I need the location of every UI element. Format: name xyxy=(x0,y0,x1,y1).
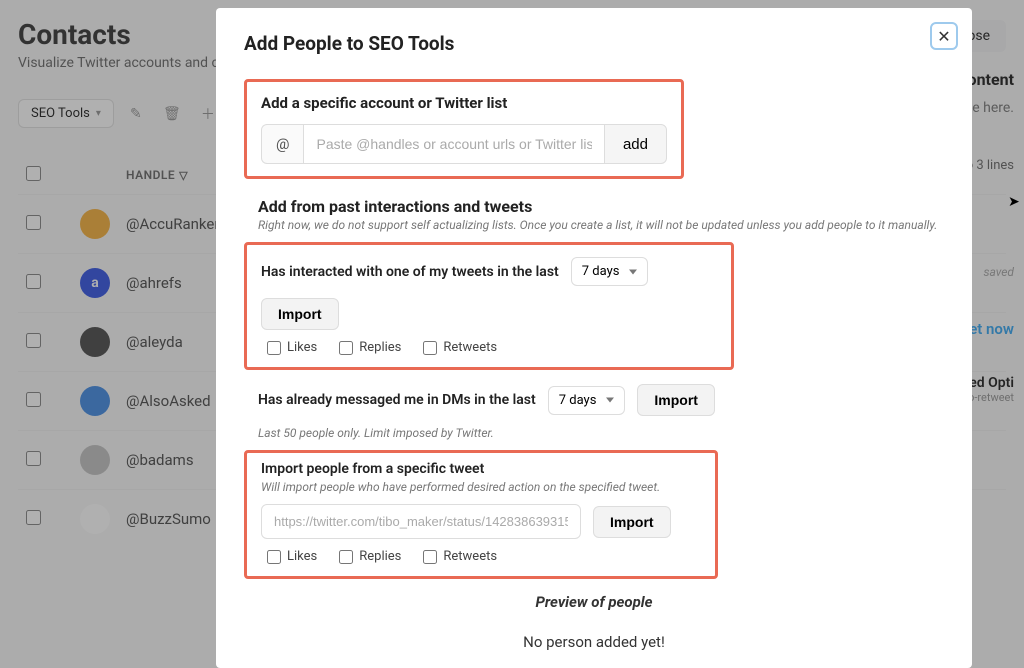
tweet-import-note: Will import people who have performed de… xyxy=(261,480,701,494)
tweet-likes-checkbox[interactable]: Likes xyxy=(267,549,317,564)
interacted-retweets-checkbox[interactable]: Retweets xyxy=(423,340,497,355)
chevron-down-icon: ▾ xyxy=(96,108,101,119)
add-people-modal: Add People to SEO Tools ✕ Add a specific… xyxy=(216,8,972,668)
dm-label: Has already messaged me in DMs in the la… xyxy=(258,392,536,408)
lines-meta: o 3 lines xyxy=(966,158,1014,173)
row-checkbox[interactable] xyxy=(26,392,41,407)
avatar: a xyxy=(80,268,110,298)
avatar xyxy=(80,445,110,475)
add-specific-account-section: Add a specific account or Twitter list @… xyxy=(244,79,684,179)
handle-column-header[interactable]: HANDLE xyxy=(126,168,175,182)
avatar xyxy=(80,504,110,534)
row-handle: @ahrefs xyxy=(126,274,182,292)
list-selector-label: SEO Tools xyxy=(31,106,90,121)
preview-empty-text: No person added yet! xyxy=(244,633,944,651)
row-handle: @badams xyxy=(126,451,194,469)
interacted-likes-checkbox[interactable]: Likes xyxy=(267,340,317,355)
tweet-replies-checkbox[interactable]: Replies xyxy=(339,549,401,564)
select-all-checkbox[interactable] xyxy=(26,166,41,181)
modal-title: Add People to SEO Tools xyxy=(244,32,944,55)
past-interactions-heading: Add from past interactions and tweets xyxy=(258,197,944,216)
close-button[interactable]: ✕ xyxy=(930,22,958,50)
list-selector-chip[interactable]: SEO Tools ▾ xyxy=(18,99,114,128)
preview-heading: Preview of people xyxy=(244,593,944,611)
avatar xyxy=(80,327,110,357)
close-icon: ✕ xyxy=(937,27,950,46)
tweet-import-button[interactable]: Import xyxy=(593,506,671,538)
interacted-section: Has interacted with one of my tweets in … xyxy=(244,242,734,370)
avatar xyxy=(80,386,110,416)
dm-import-button[interactable]: Import xyxy=(637,384,715,416)
row-checkbox[interactable] xyxy=(26,274,41,289)
row-handle: @AlsoAsked xyxy=(126,392,211,410)
row-checkbox[interactable] xyxy=(26,451,41,466)
row-checkbox[interactable] xyxy=(26,333,41,348)
dm-period-select[interactable]: 7 days xyxy=(548,386,626,415)
row-handle: @aleyda xyxy=(126,333,183,351)
interacted-import-button[interactable]: Import xyxy=(261,298,339,330)
past-interactions-note: Right now, we do not support self actual… xyxy=(258,218,944,232)
trash-icon[interactable]: 🗑 xyxy=(158,100,186,128)
row-handle: @AccuRanker xyxy=(126,215,219,233)
at-prefix: @ xyxy=(261,124,303,164)
filter-icon[interactable]: ▽ xyxy=(179,169,188,182)
row-handle: @BuzzSumo xyxy=(126,510,211,528)
tweet-retweets-checkbox[interactable]: Retweets xyxy=(423,549,497,564)
dm-note: Last 50 people only. Limit imposed by Tw… xyxy=(258,426,930,440)
add-account-heading: Add a specific account or Twitter list xyxy=(261,94,667,112)
tweet-hint: e here. xyxy=(972,100,1014,116)
row-checkbox[interactable] xyxy=(26,215,41,230)
tweet-url-input[interactable] xyxy=(261,504,581,539)
row-checkbox[interactable] xyxy=(26,510,41,525)
interacted-label: Has interacted with one of my tweets in … xyxy=(261,264,559,280)
saved-status: saved xyxy=(983,265,1014,279)
interacted-replies-checkbox[interactable]: Replies xyxy=(339,340,401,355)
avatar xyxy=(80,209,110,239)
add-button[interactable]: add xyxy=(604,124,667,164)
edit-icon[interactable]: ✎ xyxy=(122,100,150,128)
import-from-tweet-section: Import people from a specific tweet Will… xyxy=(244,450,718,579)
handle-input[interactable] xyxy=(303,124,603,164)
tweet-import-label: Import people from a specific tweet xyxy=(261,461,701,477)
dm-section: Has already messaged me in DMs in the la… xyxy=(244,380,944,450)
interacted-period-select[interactable]: 7 days xyxy=(571,257,649,286)
cursor-icon: ➤ xyxy=(1008,194,1020,210)
